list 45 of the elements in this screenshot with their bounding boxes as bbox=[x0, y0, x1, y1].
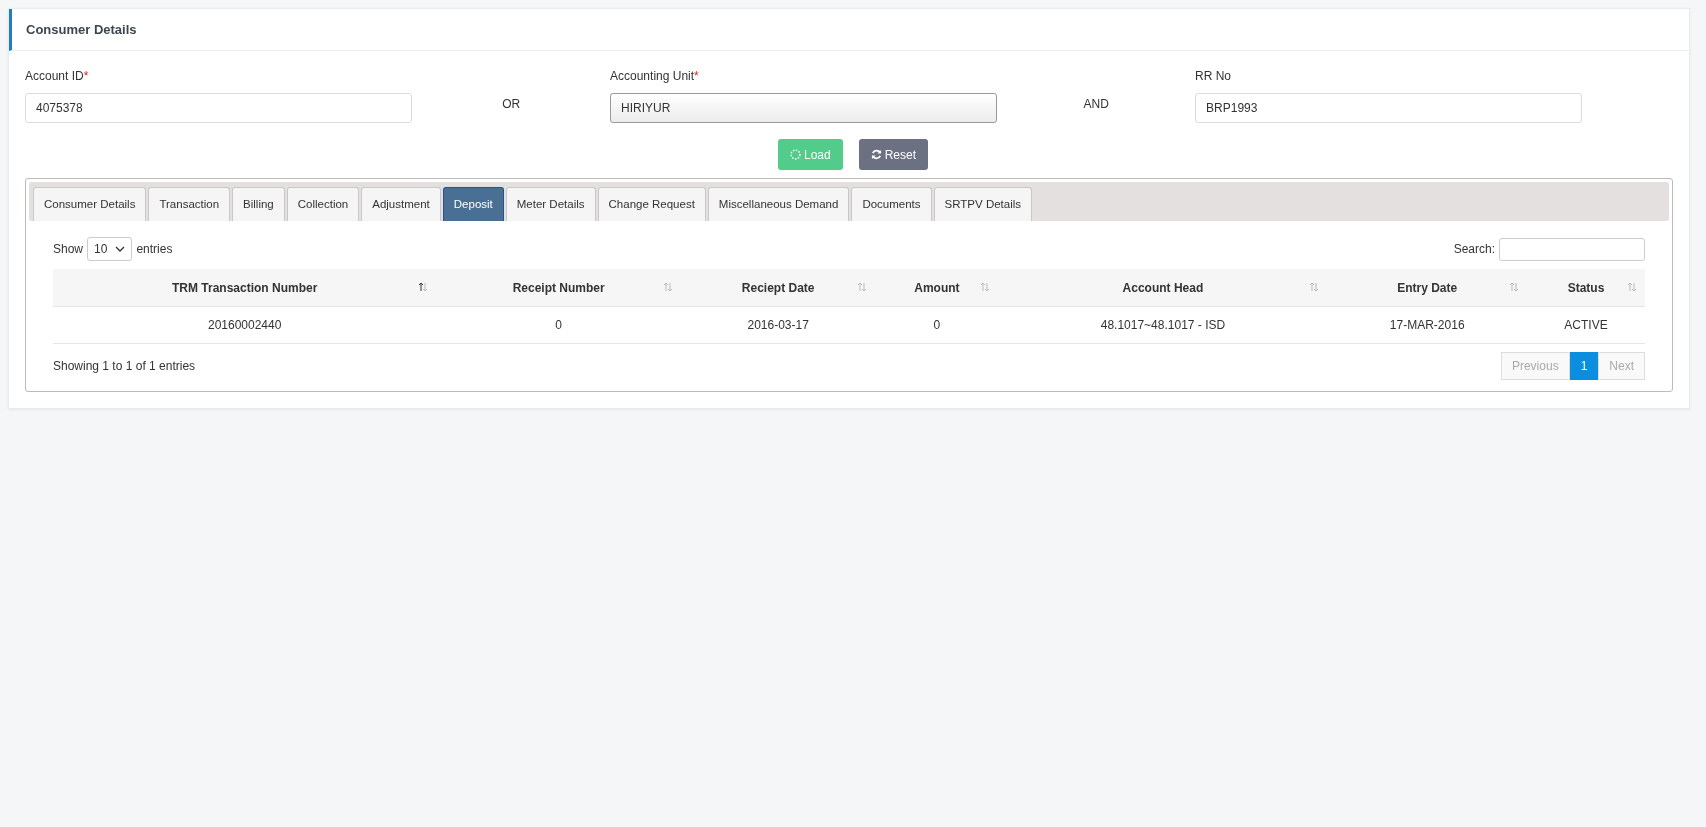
table-cell: 0 bbox=[875, 306, 999, 344]
length-label: Show bbox=[53, 241, 84, 259]
table-cell: 20160002440 bbox=[53, 306, 437, 344]
tab[interactable]: Deposit bbox=[442, 187, 504, 222]
length-label: entries bbox=[136, 241, 173, 259]
column-header[interactable]: Account Head bbox=[998, 269, 1328, 307]
connector-label: OR bbox=[502, 97, 521, 111]
search-label: Search: bbox=[1453, 241, 1495, 259]
tab[interactable]: Consumer Details bbox=[33, 187, 147, 222]
input-field[interactable]: 4075378 bbox=[25, 93, 413, 123]
pagination-button[interactable]: 1 bbox=[1569, 351, 1599, 380]
connector-label: AND bbox=[1083, 97, 1109, 111]
search-field[interactable] bbox=[1499, 237, 1645, 261]
tab[interactable]: SRTPV Details bbox=[933, 187, 1033, 222]
table-cell: 48.1017~48.1017 - ISD bbox=[998, 306, 1328, 344]
tab[interactable]: Meter Details bbox=[505, 187, 596, 222]
column-header[interactable]: Amount bbox=[875, 269, 999, 307]
column-header[interactable]: Entry Date bbox=[1327, 269, 1527, 307]
entries-select[interactable]: 10 bbox=[87, 237, 133, 262]
chevron-down-icon bbox=[115, 246, 126, 253]
column-header[interactable]: Status bbox=[1527, 269, 1645, 307]
table-cell: 2016-03-17 bbox=[681, 306, 876, 344]
field-label: RR No bbox=[1195, 68, 1233, 85]
tab[interactable]: Change Request bbox=[597, 187, 706, 222]
field-label: Accounting Unit* bbox=[610, 68, 700, 85]
table-cell: 0 bbox=[436, 306, 681, 344]
dropdown-field[interactable]: HIRIYUR bbox=[610, 93, 998, 123]
spinner-icon bbox=[789, 148, 801, 160]
column-header[interactable]: TRM Transaction Number bbox=[53, 269, 437, 307]
refresh-icon bbox=[870, 148, 882, 160]
table-cell: ACTIVE bbox=[1527, 306, 1645, 344]
table-cell: 17-MAR-2016 bbox=[1327, 306, 1527, 344]
input-field[interactable]: BRP1993 bbox=[1195, 93, 1583, 123]
field-label: Account ID* bbox=[25, 68, 90, 85]
reset-button[interactable]: Reset bbox=[858, 139, 929, 170]
tab[interactable]: Documents bbox=[851, 187, 932, 222]
column-header[interactable]: Receipt Number bbox=[436, 269, 681, 307]
tab[interactable]: Billing bbox=[232, 187, 285, 222]
tab[interactable]: Transaction bbox=[148, 187, 231, 222]
entries-info: Showing 1 to 1 of 1 entries bbox=[53, 357, 196, 375]
tab[interactable]: Miscellaneous Demand bbox=[707, 187, 850, 222]
tab[interactable]: Collection bbox=[286, 187, 360, 222]
card-title: Consumer Details bbox=[9, 9, 1689, 51]
tab[interactable]: Adjustment bbox=[361, 187, 441, 222]
column-header[interactable]: Reciept Date bbox=[681, 269, 876, 307]
